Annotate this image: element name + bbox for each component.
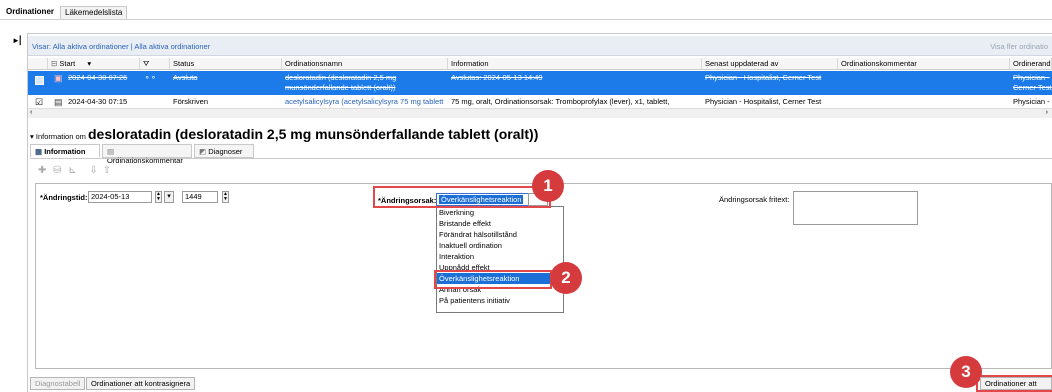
grid-header-start-label: Start [59,59,76,68]
info-header-title: desloratadin (desloratadin 2,5 mg munsön… [87,126,539,142]
row-name-line1[interactable]: acetylsalicylsyra (acetylsalicylsyra 75 … [285,97,443,106]
grid-header-updated-by[interactable]: Senast uppdaterad av [702,58,838,70]
comment-tab-icon: ▤ [107,147,115,156]
tab-diagnoser-label: Diagnoser [208,147,243,156]
info-header: ▾ Information om desloratadin (deslorata… [30,126,538,142]
row-checkbox-checked[interactable]: ☑ [35,98,43,107]
dropdown-option[interactable]: Bristande effekt [437,218,563,229]
top-tab-bar: Ordinationer Läkemedelslista [0,0,1052,20]
row-start: 2024-04-30 07:26 [68,73,128,82]
tab-information-label: Information [44,147,86,156]
sort-icon: ⊟ [51,59,58,68]
grid-header-select [28,58,48,70]
date-spinner[interactable]: ▲ ▼ [155,191,162,203]
left-strip: ►▏ [0,21,26,392]
row-start: 2024-04-30 07:15 [68,97,128,106]
filter-link-active[interactable]: Alla aktiva ordinationer [53,42,129,51]
dropdown-option[interactable]: På patientens initiativ [437,295,563,306]
calendar-dropdown-icon[interactable]: ▾ [164,191,174,203]
row-ordinerande-line1: Physician - [1013,97,1050,106]
time-input[interactable]: 1449 [182,191,218,203]
grid-header-start[interactable]: ⊟ Start ▾ [48,58,140,70]
dropdown-option[interactable]: Förändrat hälsotillstånd [437,229,563,240]
row-checkbox[interactable] [35,76,44,85]
row-info: Avslutas: 2024-05-13 14:49 [451,73,543,82]
row-ordinerande-line2: Cerner Test [1013,83,1052,92]
row-status: Avsluta [173,73,198,82]
row-status: Förskriven [173,97,209,106]
filter-separator: | [130,42,133,51]
order-doc-icon: ▣ [54,73,63,83]
grid-header-ordinerande[interactable]: Ordinerand [1010,58,1052,70]
highlight-box-1 [373,186,551,208]
dropdown-option[interactable]: Interaktion [437,251,563,262]
callout-2: 2 [550,262,582,294]
tab-ordinationskommentar[interactable]: ▤ Ordinationskommentar [102,144,192,165]
info-tab-icon: ▦ [35,147,43,156]
andringsorsak-dropdown: Biverkning Bristande effekt Förändrat hä… [436,206,564,313]
tab-diagnoser[interactable]: ◩ Diagnoser [194,144,254,158]
grid-header-status[interactable]: Status [170,58,282,70]
visar-prefix: Visar: [32,42,52,51]
row-updated-by: Physician - Hospitalist, Cerner Test [705,97,822,106]
collapse-icon[interactable]: ▾ [30,132,34,141]
highlight-box-2 [434,270,552,289]
table-row[interactable]: ▣ 2024-04-30 07:26 ⚬⚬ Avsluta desloratad… [28,71,1052,95]
order-doc-icon: ▤ [54,97,63,107]
row-updated-by: Physician - Hospitalist, Cerner Test [705,73,822,82]
info-header-prefix: Information om [35,132,86,141]
fritext-label: Ändringsorsak fritext: [719,195,790,204]
diagnostabell-button[interactable]: Diagnostabell [30,377,86,390]
tab-ordinationer[interactable]: Ordinationer [2,6,58,19]
pill-icon[interactable]: ⛁ [53,165,61,176]
tab-information[interactable]: ▦ Information [30,144,100,158]
grid-header-comment[interactable]: Ordinationskommentar [838,58,1010,70]
move-down-icon[interactable]: ⇩ [90,165,98,176]
grid-header-filter[interactable]: ⛛ [140,58,170,70]
add-icon[interactable]: ✚ [38,165,46,176]
signera-button[interactable]: Ordinationer att signera [980,377,1052,392]
grid-header-information[interactable]: Information [448,58,702,70]
expand-panel-icon[interactable]: ►▏ [12,36,26,45]
filter-bar: Visar: Alla aktiva ordinationer | Alla a… [28,36,1052,56]
grid-horizontal-scrollbar[interactable]: ‹ › [28,108,1052,118]
status-icon: ⚬⚬ [144,73,157,82]
scroll-right-icon[interactable]: › [1046,109,1048,116]
scroll-left-icon[interactable]: ‹ [30,109,32,116]
chart-icon[interactable]: ⊾ [68,165,76,176]
fritext-input[interactable] [793,191,918,225]
andringstid-label: *Ändringstid: [40,193,88,202]
tab-lakemedelslista[interactable]: Läkemedelslista [60,6,128,19]
filter-link-all-active[interactable]: Alla aktiva ordinationer [134,42,210,51]
diagnosis-tab-icon: ◩ [199,147,207,156]
filter-icon: ⛛ [143,59,150,68]
time-spinner[interactable]: ▲ ▼ [222,191,229,203]
date-input[interactable]: 2024-05-13 [88,191,152,203]
bottom-bar: Diagnostabell Ordinationer att kontrasig… [30,374,1052,392]
row-ordinerande-line1: Physician - [1013,73,1050,82]
move-up-icon[interactable]: ⇧ [103,165,111,176]
row-info: 75 mg, oralt, Ordinationsorsak: Trombopr… [451,97,670,106]
callout-1: 1 [532,170,564,202]
toolbar-icons: ✚ ⛁ ⊾ ⇩ ⇧ [38,165,111,176]
row-name-line2: munsönderfallande tablett (oralt)) [285,83,396,92]
kontrasignera-button[interactable]: Ordinationer att kontrasignera [86,377,196,390]
show-more-orders-link[interactable]: Visa fler ordinatio [990,42,1048,51]
chevron-down-icon: ▾ [87,59,92,68]
grid-header-name[interactable]: Ordinationsnamn [282,58,448,70]
dropdown-option[interactable]: Biverkning [437,207,563,218]
row-name-line1: desloratadin (desloratadin 2,5 mg [285,73,397,82]
dropdown-option[interactable]: Inaktuell ordination [437,240,563,251]
